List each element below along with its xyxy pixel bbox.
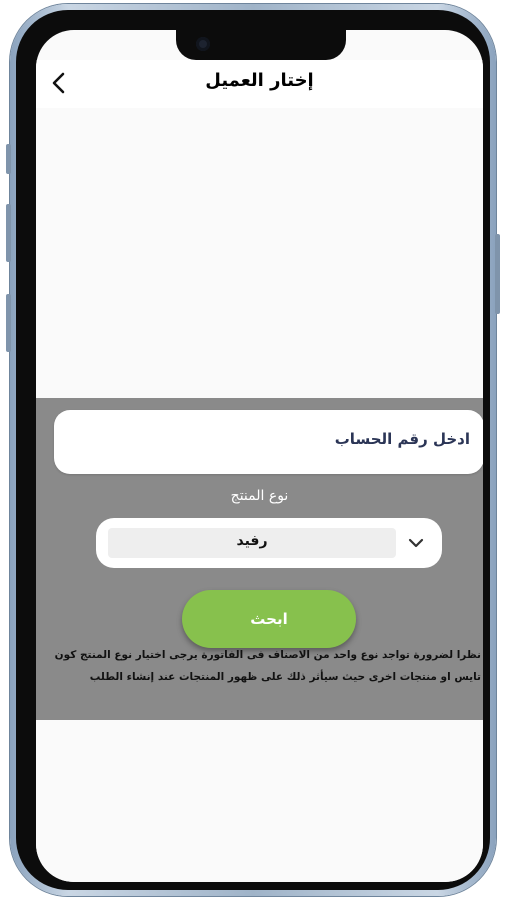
account-number-placeholder: ادخل رقم الحساب	[334, 430, 470, 448]
front-camera-icon	[196, 37, 210, 51]
side-button-volume-down	[6, 294, 11, 352]
account-number-input[interactable]: ادخل رقم الحساب	[54, 410, 483, 474]
page-title: إختار العميل	[205, 70, 314, 91]
content-area: ادخل رقم الحساب نوع المنتج رفيد ابحث نظر…	[36, 108, 483, 882]
product-type-selected-value: رفيد	[236, 533, 268, 549]
side-button-mute	[6, 144, 11, 174]
search-button[interactable]: ابحث	[182, 590, 356, 648]
phone-notch	[176, 30, 346, 60]
phone-bezel: إختار العميل ادخل رقم الحساب نوع المنتج …	[16, 10, 490, 890]
side-button-volume-up	[6, 204, 11, 262]
note-line-2: تايس او منتجات اخرى حيث سيأثر ذلك على ظه…	[89, 671, 481, 683]
chevron-down-icon[interactable]	[406, 533, 426, 553]
product-type-note: نظرا لضرورة تواجد نوع واحد من الاصناف فى…	[36, 644, 483, 688]
note-line-1: نظرا لضرورة تواجد نوع واحد من الاصناف فى…	[54, 649, 481, 661]
product-type-value-box: رفيد	[108, 528, 396, 558]
phone-screen: إختار العميل ادخل رقم الحساب نوع المنتج …	[36, 30, 483, 882]
app-header: إختار العميل	[36, 60, 483, 108]
product-type-label: نوع المنتج	[230, 488, 289, 504]
phone-frame: إختار العميل ادخل رقم الحساب نوع المنتج …	[6, 4, 500, 896]
side-button-power	[495, 234, 500, 314]
product-type-select[interactable]: رفيد	[96, 518, 442, 568]
